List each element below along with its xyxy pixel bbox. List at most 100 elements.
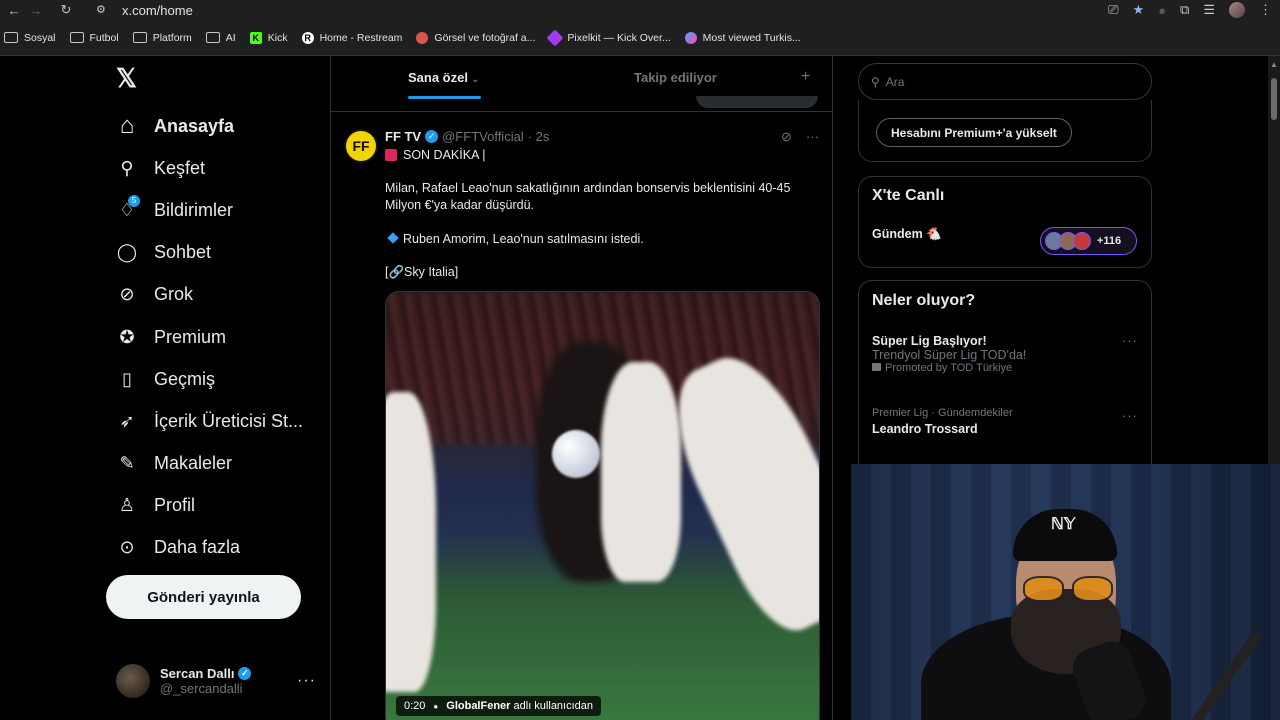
nav-notifications[interactable]: ♢ 5 Bildirimler [116, 195, 233, 225]
bookmark-kick[interactable]: K Kick [249, 31, 288, 44]
tweet-handle[interactable]: @FFTVofficial [442, 129, 524, 144]
back-icon[interactable]: ← [6, 2, 22, 18]
more-icon[interactable]: ··· [1122, 408, 1138, 423]
browser-toolbar: ← → ↻ ⚙ x.com/home ⎚ ★ ● ⧉ ☰ ⋮ [0, 0, 1280, 20]
cap-logo: ℕ𝕐 [1051, 516, 1076, 533]
alert-icon [385, 149, 397, 161]
bookmark-most-viewed[interactable]: Most viewed Turkis... [684, 31, 801, 44]
nav-profile[interactable]: ♙ Profil [116, 490, 195, 520]
chevron-down-icon: ⌄ [471, 74, 480, 84]
nav-label: Makaleler [154, 452, 233, 473]
profile-avatar[interactable] [1229, 2, 1245, 18]
nav-bookmarks[interactable]: ▯ Geçmiş [116, 364, 215, 394]
nav-chat[interactable]: ◯ Sohbet [116, 237, 211, 267]
live-title: X'te Canlı [872, 187, 945, 204]
verified-icon: ✓ [238, 667, 252, 680]
premium-icon: ✪ [119, 326, 135, 347]
bookmark-restream[interactable]: R Home - Restream [301, 31, 403, 44]
participant-count: +116 [1097, 235, 1122, 247]
tweet-video[interactable]: 0:20 ● GlobalFener adlı kullanıcıdan [385, 291, 820, 720]
tweet-line-4: [🔗Sky Italia] [385, 265, 459, 279]
compose-strip [331, 96, 832, 112]
tab-label: Sana özel [408, 70, 468, 85]
more-icon[interactable]: ··· [806, 129, 819, 145]
profile-icon: ♙ [118, 494, 136, 515]
trend-title: Leandro Trossard [872, 422, 978, 436]
video-credit[interactable]: GlobalFener adlı kullanıcıdan [446, 700, 593, 712]
trends-box [858, 280, 1152, 480]
star-icon[interactable]: ★ [1133, 2, 1145, 18]
bookmark-label: AI [225, 31, 236, 44]
nav-creator-studio[interactable]: ➶ İçerik Üreticisi St... [116, 406, 303, 436]
bookmark-ai[interactable]: AI [205, 31, 236, 44]
tab-for-you[interactable]: Sana özel ⌄ [408, 70, 481, 99]
upgrade-premium-button[interactable]: Hesabını Premium+'a yükselt [876, 118, 1072, 147]
search-placeholder: Ara [885, 74, 905, 89]
promoted-row: Promoted by TOD Türkiye [872, 362, 1026, 374]
bookmark-image-site[interactable]: Görsel ve fotoğraf a... [416, 31, 535, 44]
bookmark-futbol[interactable]: Futbol [69, 32, 119, 44]
tab-following[interactable]: Takip ediliyor [634, 70, 717, 85]
credit-user: GlobalFener [446, 700, 511, 712]
bookmark-platform[interactable]: Platform [132, 32, 192, 44]
site-info-icon[interactable]: ⚙ [96, 3, 112, 17]
verified-icon: ✓ [425, 130, 439, 143]
nav-home[interactable]: ⌂ Anasayfa [116, 111, 234, 141]
reload-icon[interactable]: ↻ [58, 2, 74, 18]
nav-articles[interactable]: ✎ Makaleler [116, 448, 232, 478]
scroll-thumb[interactable] [1271, 78, 1277, 120]
nav-more[interactable]: ⊙ Daha fazla [116, 532, 240, 562]
extensions-icon[interactable]: ⧉ [1180, 2, 1189, 18]
more-icon[interactable]: ··· [297, 672, 316, 690]
tweet-text: Ruben Amorim, Leao'nun satılmasını isted… [403, 232, 644, 246]
tweet-text: SON DAKİKA | [403, 148, 486, 162]
trends-title: Neler oluyor? [872, 292, 976, 309]
nav-label: Profil [154, 494, 196, 515]
reading-list-icon[interactable]: ☰ [1203, 2, 1215, 18]
live-participants[interactable]: +116 [1040, 227, 1137, 255]
nav-label: Keşfet [154, 157, 206, 178]
tweet-author[interactable]: FF TV [385, 129, 421, 144]
globe-icon [684, 31, 697, 44]
bookmark-label: Home - Restream [319, 31, 403, 44]
nav-explore[interactable]: ⚲ Keşfet [116, 153, 205, 183]
scroll-up-icon[interactable]: ▲ [1270, 60, 1278, 69]
tweet-line-2: Milan, Rafael Leao'nun sakatlığının ardı… [385, 181, 791, 212]
trend-item[interactable]: Premier Lig · Gündemdekiler Leandro Tros… [872, 407, 1013, 436]
nav-label: İçerik Üreticisi St... [154, 410, 304, 431]
nav-label: Daha fazla [154, 536, 241, 557]
bookmark-label: Sosyal [24, 31, 56, 44]
scrollbar[interactable]: ▲ [1268, 56, 1280, 464]
nav-premium[interactable]: ✪ Premium [116, 322, 226, 352]
add-tab-icon[interactable]: + [801, 68, 810, 86]
post-button[interactable]: Gönderi yayınla [106, 575, 301, 619]
bookmark-label: Pixelkit — Kick Over... [567, 31, 671, 44]
restream-icon: R [301, 31, 314, 44]
trend-item[interactable]: Süper Lig Başlıyor! Trendyol Süper Lig T… [872, 334, 1026, 374]
search-input[interactable]: ⚲ Ara [858, 63, 1152, 100]
forward-icon[interactable]: → [28, 2, 44, 18]
trend-meta: Premier Lig · Gündemdekiler [872, 407, 1013, 419]
pixelkit-icon [546, 29, 564, 46]
address-bar[interactable]: ⚙ x.com/home [96, 1, 1056, 19]
menu-icon[interactable]: ⋮ [1259, 2, 1272, 18]
live-row[interactable]: Gündem 🐔 [872, 227, 942, 242]
nav-label: Bildirimler [154, 199, 234, 220]
image-site-icon [416, 31, 429, 44]
grok-icon: ⊘ [119, 283, 135, 304]
post-pill[interactable] [696, 96, 818, 108]
bookmark-pixelkit[interactable]: Pixelkit — Kick Over... [546, 29, 671, 46]
more-icon[interactable]: ··· [1122, 333, 1138, 348]
bookmark-label: Most viewed Turkis... [702, 31, 801, 44]
grok-icon[interactable]: ⊘ [781, 129, 792, 145]
tweet-time[interactable]: · 2s [528, 129, 550, 144]
chat-icon: ◯ [116, 241, 138, 262]
bookmark-sosyal[interactable]: Sosyal [4, 32, 56, 44]
extension-dot-icon[interactable]: ● [1158, 3, 1166, 18]
x-logo-icon[interactable]: 𝕏 [116, 65, 140, 91]
nav-grok[interactable]: ⊘ Grok [116, 279, 193, 309]
tweet-avatar[interactable]: FF [344, 129, 378, 163]
account-switcher[interactable]: Sercan Dallı ✓ @_sercandalli [116, 664, 252, 698]
diamond-icon [387, 232, 399, 244]
install-app-icon[interactable]: ⎚ [1108, 2, 1118, 18]
